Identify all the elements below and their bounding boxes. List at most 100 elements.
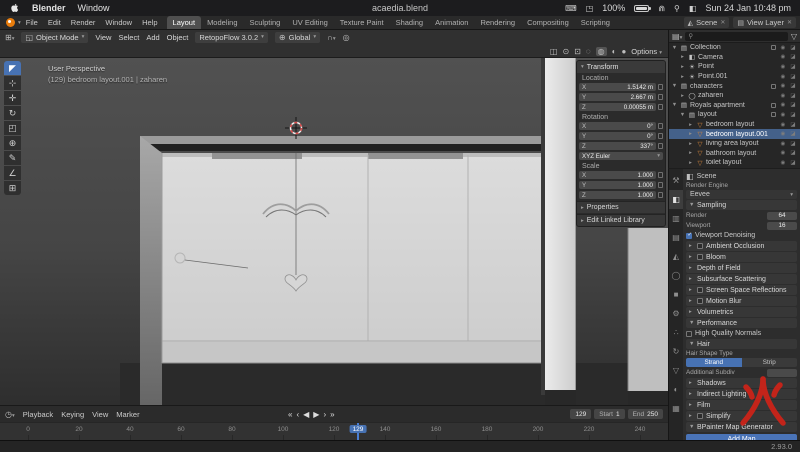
tab-world-icon[interactable]: ◯ [669, 266, 683, 285]
tab-texture-paint[interactable]: Texture Paint [334, 16, 390, 29]
scene-unlink-icon[interactable]: ✕ [720, 19, 725, 26]
wifi-icon[interactable]: ⋒ [658, 4, 665, 13]
render-camera-icon[interactable]: ◪ [789, 83, 797, 89]
section-screen-space-reflections[interactable]: ▸Screen Space Reflections [686, 285, 797, 295]
collection-checkbox[interactable] [771, 45, 776, 50]
expand-icon[interactable]: ▼ [671, 83, 678, 89]
outliner-item-bedroom-layout-001[interactable]: ▸▽ bedroom layout.001 ◉◪ [669, 129, 800, 139]
hqn-checkbox[interactable] [686, 331, 692, 337]
section-indirect-lighting[interactable]: ▸Indirect Lighting [686, 389, 797, 399]
viewport-denoising-checkbox[interactable] [686, 233, 692, 239]
rotation-mode-dropdown[interactable]: XYZ Euler▾ [579, 152, 663, 160]
spotlight-icon[interactable]: ⚲ [674, 4, 680, 13]
lock-icon[interactable] [658, 172, 663, 178]
select-box-tool[interactable]: ◤ [4, 61, 21, 75]
cursor-tool[interactable]: ⊹ [4, 76, 21, 90]
motion-blur-checkbox[interactable] [697, 298, 703, 304]
menubar-clock[interactable]: Sun 24 Jan 10:48 pm [705, 3, 791, 13]
location-y-field[interactable]: Y2.667 m [579, 93, 656, 101]
ssr-checkbox[interactable] [697, 287, 703, 293]
section-motion-blur[interactable]: ▸Motion Blur [686, 296, 797, 306]
viewport-samples-field[interactable]: 16 [767, 222, 797, 230]
section-bloom[interactable]: ▸Bloom [686, 252, 797, 262]
menu-file[interactable]: File [21, 18, 43, 27]
location-z-field[interactable]: Z0.00055 m [579, 103, 656, 111]
outliner-item-characters[interactable]: ▼▤ characters ◉◪ [669, 81, 800, 91]
properties-panel-header[interactable]: ▸ Properties [577, 201, 665, 213]
move-tool[interactable]: ✛ [4, 91, 21, 105]
render-camera-icon[interactable]: ◪ [789, 45, 797, 51]
outliner-item-camera[interactable]: ▸◧ Camera ◉◪ [669, 53, 800, 63]
outliner-editor-type-icon[interactable]: ▤▾ [672, 32, 682, 41]
render-camera-icon[interactable]: ◪ [789, 141, 797, 147]
viewport-3d[interactable]: User Perspective (129) bedroom layout.00… [0, 58, 668, 405]
tab-scripting[interactable]: Scripting [575, 16, 616, 29]
section-film[interactable]: ▸Film [686, 400, 797, 410]
shading-options-dropdown[interactable]: Options ▾ [631, 47, 662, 56]
outliner-item-zaharen[interactable]: ▸◯ zaharen ◉◪ [669, 91, 800, 101]
lock-icon[interactable] [658, 84, 663, 90]
outliner-search-input[interactable]: ⚲ [685, 32, 788, 41]
render-camera-icon[interactable]: ◪ [789, 112, 797, 118]
viewport-menu-select[interactable]: Select [118, 33, 139, 42]
hide-eye-icon[interactable]: ◉ [779, 102, 787, 108]
tab-physics-icon[interactable]: ↻ [669, 342, 683, 361]
lock-icon[interactable] [658, 192, 663, 198]
timeline-menu-marker[interactable]: Marker [116, 410, 139, 419]
hide-eye-icon[interactable]: ◉ [779, 64, 787, 70]
add-primitive-tool[interactable]: ⊞ [4, 181, 21, 195]
shading-material-icon[interactable]: ◐ [612, 47, 617, 56]
scene-selector[interactable]: ◭ Scene ✕ [684, 17, 730, 28]
scale-y-field[interactable]: Y1.000 [579, 181, 656, 189]
hide-eye-icon[interactable]: ◉ [779, 45, 787, 51]
proportional-edit-icon[interactable]: ◎ [343, 33, 350, 42]
show-gizmo-icon[interactable]: ◫ [550, 47, 558, 56]
apple-menu[interactable] [10, 2, 20, 15]
rotation-x-field[interactable]: X0° [579, 122, 656, 130]
hide-eye-icon[interactable]: ◉ [779, 131, 787, 137]
viewport-menu-object[interactable]: Object [167, 33, 189, 42]
current-frame-badge[interactable]: 129 [350, 425, 367, 433]
outliner-item-royals-apartment[interactable]: ▼▤ Royals apartment ◉◪ [669, 101, 800, 111]
expand-icon[interactable]: ▸ [687, 131, 694, 137]
rotation-z-field[interactable]: Z337° [579, 142, 656, 150]
tab-modifiers-icon[interactable]: ⚙ [669, 304, 683, 323]
render-camera-icon[interactable]: ◪ [789, 131, 797, 137]
outliner-item-point[interactable]: ▸☀ Point ◉◪ [669, 62, 800, 72]
tab-particles-icon[interactable]: ∴ [669, 323, 683, 342]
hide-eye-icon[interactable]: ◉ [779, 122, 787, 128]
control-center-icon[interactable]: ◧ [689, 4, 697, 13]
additional-subdiv-field[interactable] [767, 369, 797, 377]
hide-eye-icon[interactable]: ◉ [779, 150, 787, 156]
outliner-item-collection[interactable]: ▼▤ Collection ◉◪ [669, 43, 800, 53]
tab-material-icon[interactable]: ◐ [669, 380, 683, 399]
tab-output-icon[interactable]: ▥ [669, 209, 683, 228]
tab-animation[interactable]: Animation [429, 16, 474, 29]
section-subsurface-scattering[interactable]: ▸Subsurface Scattering [686, 274, 797, 284]
transform-panel-header[interactable]: ▾ Transform [577, 61, 665, 73]
hide-eye-icon[interactable]: ◉ [779, 93, 787, 99]
scale-tool[interactable]: ◰ [4, 121, 21, 135]
outliner-item-bedroom-layout[interactable]: ▸▽ bedroom layout ◉◪ [669, 120, 800, 130]
current-frame-field[interactable]: 129 [570, 409, 591, 419]
play-button[interactable]: ▶ [313, 410, 319, 419]
section-bpainter-map-generator[interactable]: ▼BPainter Map Generator [686, 422, 797, 432]
filter-icon[interactable]: ▽ [791, 32, 797, 41]
lock-icon[interactable] [658, 123, 663, 129]
menu-help[interactable]: Help [137, 18, 162, 27]
lock-icon[interactable] [658, 133, 663, 139]
render-camera-icon[interactable]: ◪ [789, 64, 797, 70]
render-camera-icon[interactable]: ◪ [789, 102, 797, 108]
expand-icon[interactable]: ▼ [679, 112, 686, 118]
tab-rendering[interactable]: Rendering [474, 16, 521, 29]
scale-x-field[interactable]: X1.000 [579, 171, 656, 179]
menu-render[interactable]: Render [66, 18, 101, 27]
rotation-y-field[interactable]: Y0° [579, 132, 656, 140]
section-simplify[interactable]: ▸Simplify [686, 411, 797, 421]
shading-rendered-icon[interactable]: ● [621, 47, 626, 56]
expand-icon[interactable]: ▼ [671, 102, 678, 108]
tab-scene-icon[interactable]: ◭ [669, 247, 683, 266]
lock-icon[interactable] [658, 94, 663, 100]
expand-icon[interactable]: ▸ [687, 160, 694, 166]
tab-data-icon[interactable]: ▽ [669, 361, 683, 380]
